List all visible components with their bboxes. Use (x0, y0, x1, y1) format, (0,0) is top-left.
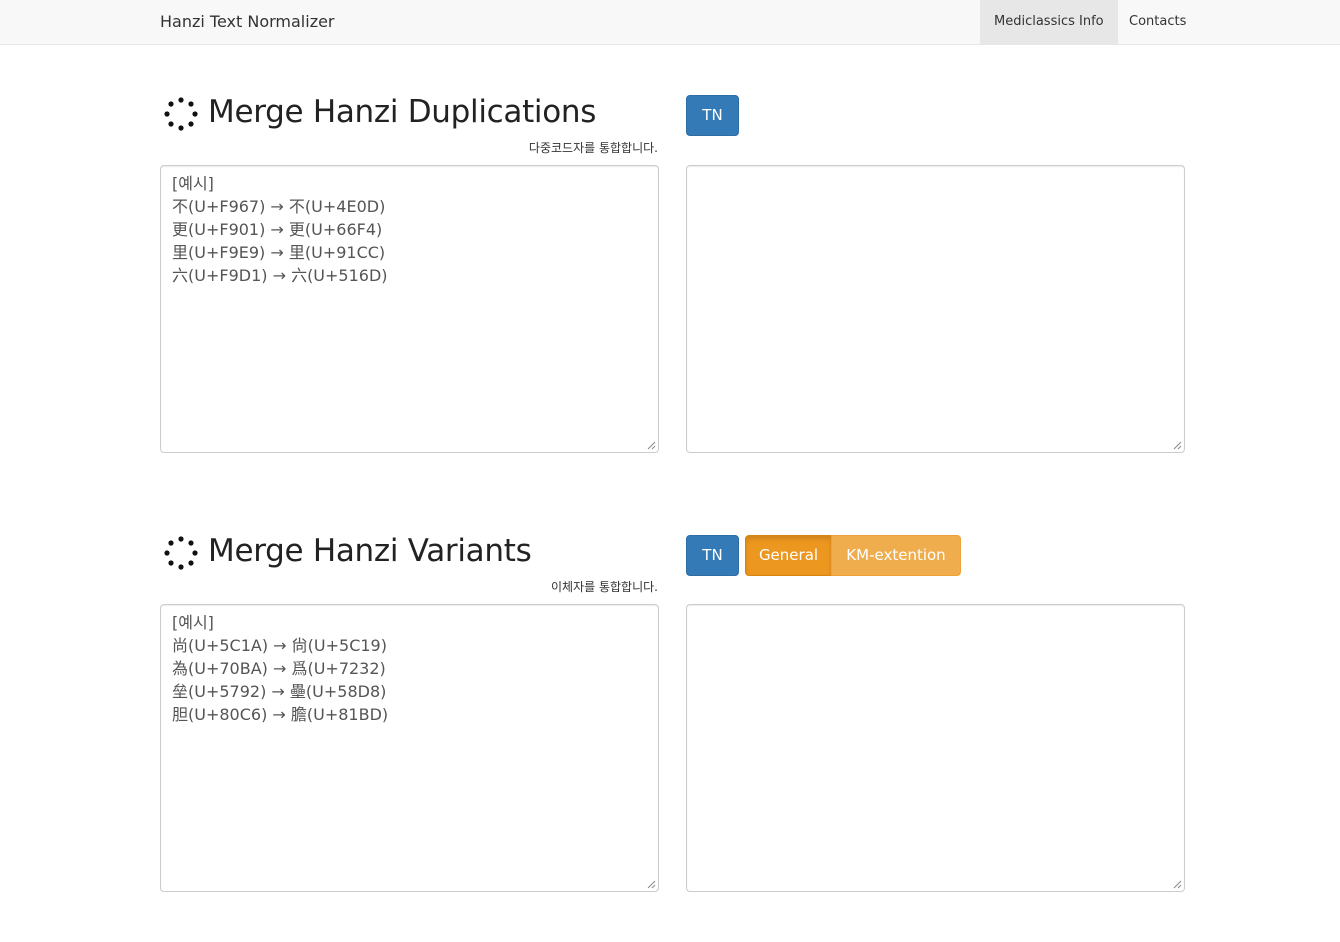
navbar: Hanzi Text Normalizer Mediclassics Info … (0, 0, 1340, 45)
brand-link[interactable]: Hanzi Text Normalizer (160, 0, 335, 44)
mode-button-group: General KM-extention (745, 535, 961, 576)
spinner-icon (164, 536, 198, 570)
input-line: [예시] (172, 174, 214, 193)
input-line: 垒(U+5792) → 壘(U+58D8) (172, 682, 387, 701)
input-line: 里(U+F9E9) → 里(U+91CC) (172, 243, 386, 262)
duplications-output-textarea[interactable] (686, 165, 1185, 453)
spinner-icon (164, 97, 198, 131)
duplications-input-textarea[interactable]: [예시] 不(U+F967) → 不(U+4E0D) 更(U+F901) → 更… (160, 165, 659, 453)
section-title-variants: Merge Hanzi Variants (208, 533, 532, 569)
mode-general-button[interactable]: General (745, 535, 832, 576)
resize-grip-icon[interactable] (647, 441, 656, 450)
nav-contacts[interactable]: Contacts (1115, 0, 1200, 44)
resize-grip-icon[interactable] (647, 880, 656, 889)
input-line: 更(U+F901) → 更(U+66F4) (172, 220, 383, 239)
nav-mediclassics-info[interactable]: Mediclassics Info (980, 0, 1118, 44)
section-subtitle-duplications: 다중코드자를 통합합니다. (528, 141, 658, 155)
mode-km-extention-button[interactable]: KM-extention (831, 535, 961, 576)
input-line: 為(U+70BA) → 爲(U+7232) (172, 659, 386, 678)
variants-input-textarea[interactable]: [예시] 尚(U+5C1A) → 尙(U+5C19) 為(U+70BA) → 爲… (160, 604, 659, 892)
tn-button-duplications[interactable]: TN (686, 95, 739, 136)
variants-output-textarea[interactable] (686, 604, 1185, 892)
resize-grip-icon[interactable] (1173, 880, 1182, 889)
input-line: 不(U+F967) → 不(U+4E0D) (172, 197, 386, 216)
input-line: 六(U+F9D1) → 六(U+516D) (172, 266, 388, 285)
tn-button-variants[interactable]: TN (686, 535, 739, 576)
input-line: 尚(U+5C1A) → 尙(U+5C19) (172, 636, 387, 655)
section-title-duplications: Merge Hanzi Duplications (208, 94, 597, 130)
section-subtitle-variants: 이체자를 통합합니다. (551, 580, 658, 594)
resize-grip-icon[interactable] (1173, 441, 1182, 450)
input-line: [예시] (172, 613, 214, 632)
input-line: 胆(U+80C6) → 膽(U+81BD) (172, 705, 389, 724)
